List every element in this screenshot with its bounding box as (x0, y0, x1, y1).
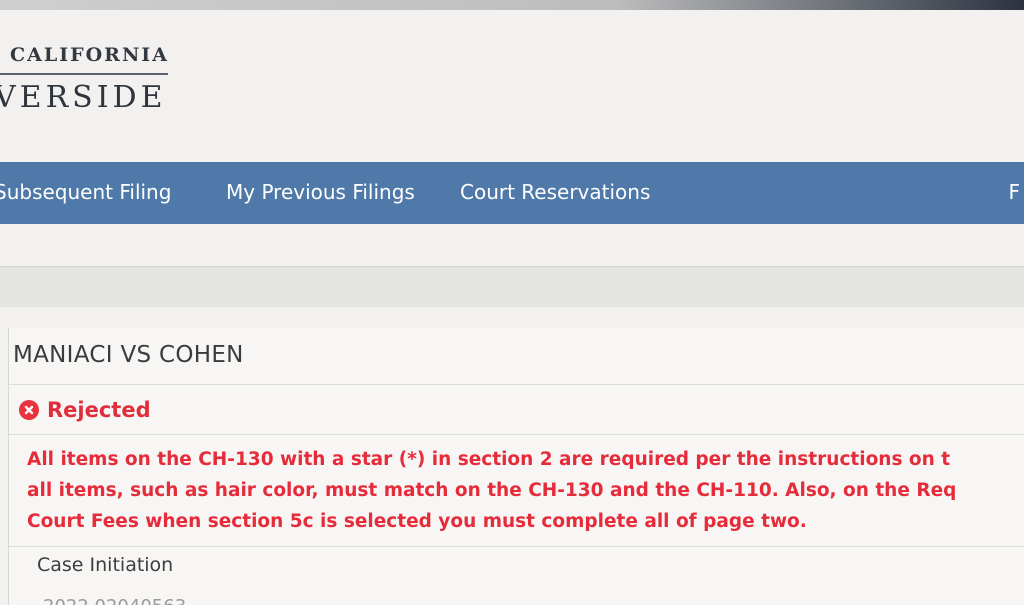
nav-my-previous-filings[interactable]: My Previous Filings (226, 180, 415, 204)
logo-bottom-text: VERSIDE (0, 80, 167, 115)
main-navigation: Subsequent Filing My Previous Filings Co… (0, 162, 1024, 224)
nav-court-reservations[interactable]: Court Reservations (460, 180, 650, 204)
nav-offscreen-item[interactable]: F (1008, 180, 1020, 204)
divider (9, 546, 1024, 547)
case-title: MANIACI VS COHEN (13, 342, 244, 368)
status-row: Rejected (19, 398, 151, 422)
message-line: Court Fees when section 5c is selected y… (27, 511, 807, 532)
filing-panel: MANIACI VS COHEN Rejected All items on t… (8, 328, 1024, 605)
message-line: all items, such as hair color, must matc… (27, 480, 957, 501)
filing-type-label: Case Initiation (37, 554, 174, 576)
case-number-partial: 2022 02040563 (43, 596, 186, 605)
x-circle-icon (19, 400, 39, 420)
section-band (0, 266, 1024, 307)
court-logo[interactable]: CALIFORNIA VERSIDE (0, 40, 180, 120)
logo-top-text: CALIFORNIA (10, 44, 169, 66)
status-badge: Rejected (47, 398, 151, 422)
nav-subsequent-filing[interactable]: Subsequent Filing (0, 180, 171, 204)
divider (9, 384, 1024, 385)
divider (9, 434, 1024, 435)
message-line: All items on the CH-130 with a star (*) … (27, 449, 951, 470)
logo-divider (0, 73, 168, 75)
top-dark-bar (0, 0, 1024, 10)
rejection-message: All items on the CH-130 with a star (*) … (27, 444, 1024, 537)
